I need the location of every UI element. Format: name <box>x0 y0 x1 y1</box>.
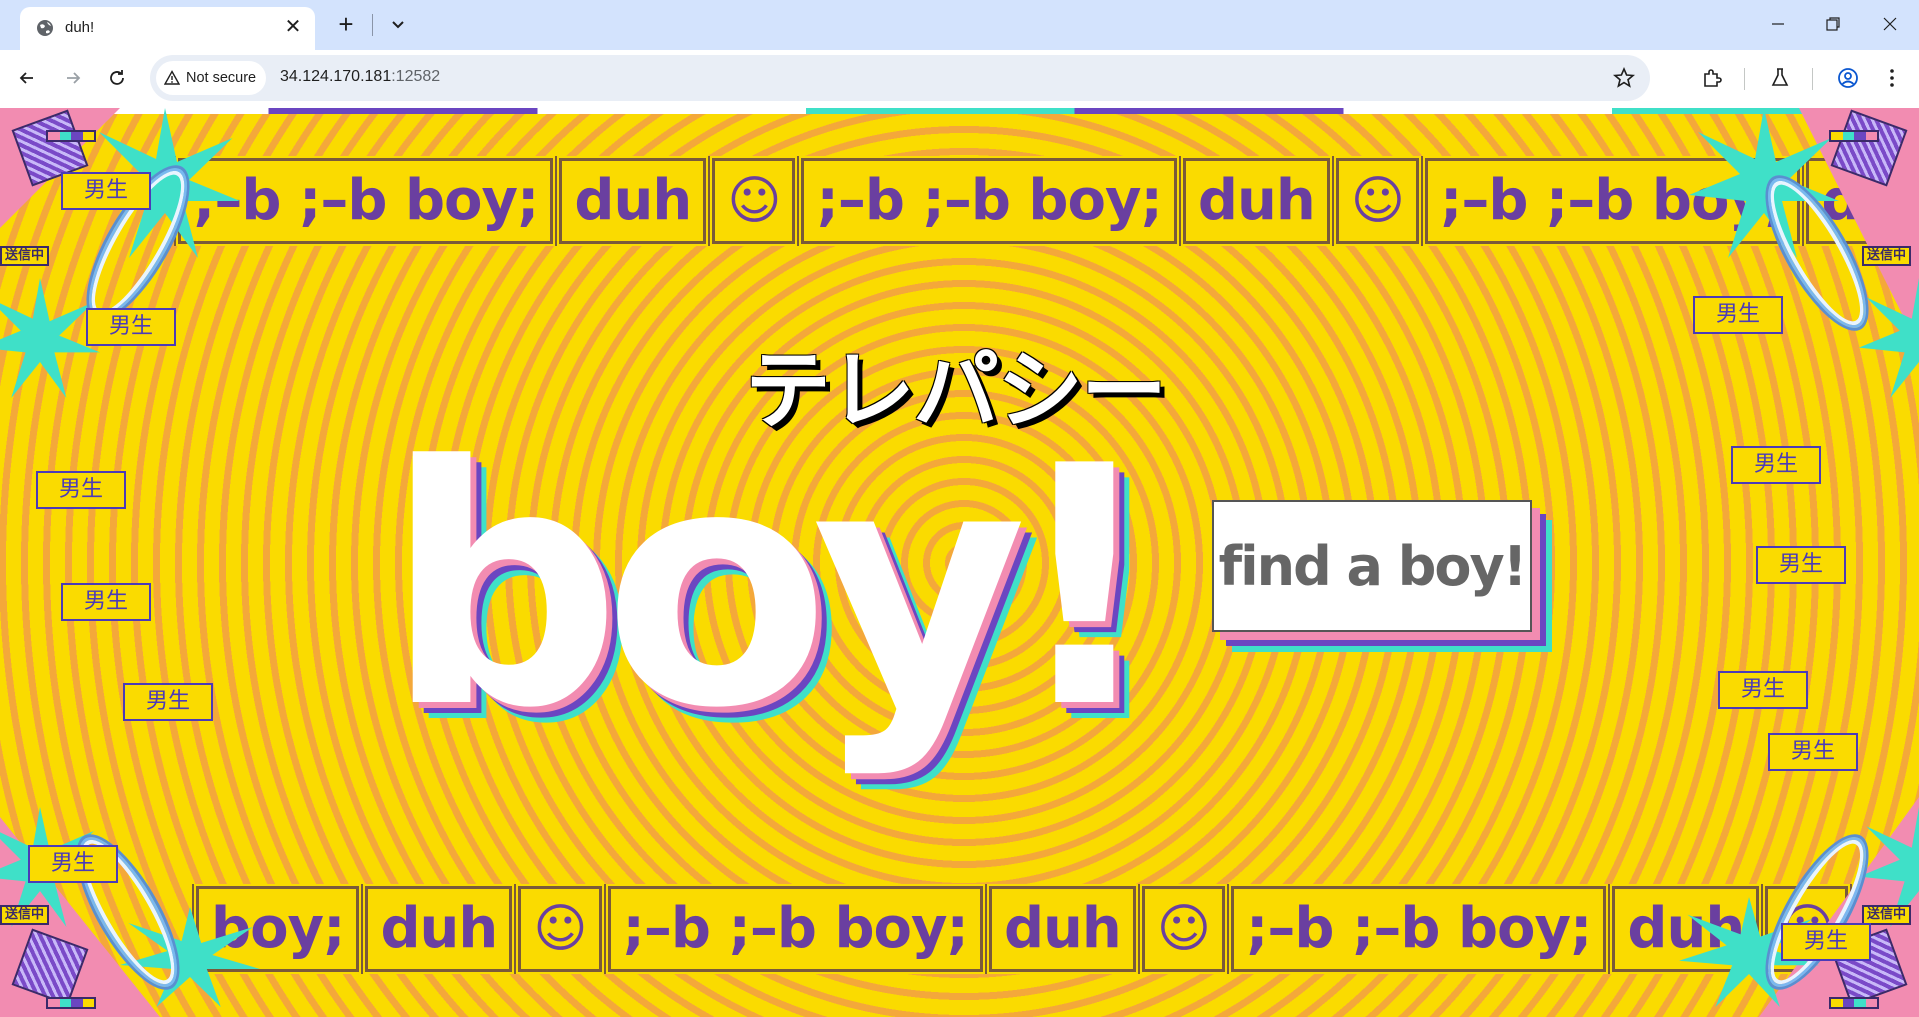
close-window-icon[interactable] <box>1862 0 1918 48</box>
forward-button[interactable] <box>56 61 90 95</box>
security-chip[interactable]: Not secure <box>156 61 267 95</box>
kanji-label: 男生 <box>28 845 118 883</box>
close-tab-icon[interactable]: ✕ <box>281 15 305 39</box>
kanji-label: 男生 <box>1781 923 1871 961</box>
chevron-down-icon[interactable] <box>386 12 410 36</box>
tab-title: duh! <box>65 19 95 36</box>
back-button[interactable] <box>10 61 44 95</box>
marquee-item: ☺ <box>710 156 798 246</box>
marquee-item: ☺ <box>1139 884 1227 974</box>
kanji-label: 男生 <box>1731 446 1821 484</box>
kanji-label: 男生 <box>36 471 126 509</box>
marquee-item: duh <box>557 156 709 246</box>
url-text: 34.124.170.181:12582 <box>280 68 440 86</box>
marquee-item: ;–b ;–b boy; <box>605 884 985 974</box>
kanji-label: 男生 <box>1768 733 1858 771</box>
marquee-item: ;–b ;–b boy; <box>799 156 1179 246</box>
reload-button[interactable] <box>100 61 134 95</box>
kanji-label: 男生 <box>1718 671 1808 709</box>
divider <box>1812 68 1813 90</box>
marquee-item: duh <box>986 884 1138 974</box>
marquee-top: ;–b ;–b boy; duh ☺ ;–b ;–b boy; duh ☺ ;–b ;–b … <box>0 156 1919 246</box>
sending-tag: 送信中 <box>1862 246 1912 266</box>
tab-strip: duh! ✕ + <box>0 0 1919 50</box>
main-heading: boy! <box>385 396 1160 780</box>
find-a-boy-button[interactable]: find a boy! <box>1212 500 1532 632</box>
bookmark-star-icon[interactable] <box>1612 66 1636 90</box>
labs-flask-icon[interactable] <box>1768 66 1792 90</box>
page-viewport: ;–b ;–b boy; duh ☺ ;–b ;–b boy; duh ☺ ;–b ;–b … <box>0 108 1919 1017</box>
minimize-icon[interactable] <box>1750 0 1806 48</box>
back-arrow-icon <box>19 72 33 84</box>
corner-decoration-top-right: 送信中 <box>1689 108 1919 398</box>
sending-tag: 送信中 <box>0 905 50 925</box>
divider <box>1744 68 1745 90</box>
divider <box>372 14 373 36</box>
kanji-label: 男生 <box>123 683 213 721</box>
marquee-bottom: boy;duh☺;–b ;–b boy;duh☺;–b ;–b boy;duh☺ <box>0 884 1919 974</box>
kebab-menu-icon[interactable] <box>1880 66 1904 90</box>
corner-decoration-bottom-left: 送信中 <box>0 807 260 1017</box>
kanji-label: 男生 <box>61 172 151 210</box>
url-host: 34.124.170.181 <box>280 68 392 85</box>
address-bar[interactable]: Not secure 34.124.170.181:12582 <box>150 55 1650 101</box>
profile-avatar-icon[interactable] <box>1836 66 1860 90</box>
browser-tab[interactable]: duh! ✕ <box>20 7 315 50</box>
marquee-item: ☺ <box>516 884 604 974</box>
kanji-label: 男生 <box>86 308 176 346</box>
kanji-label: 男生 <box>61 583 151 621</box>
restore-icon[interactable] <box>1805 0 1861 48</box>
sending-tag: 送信中 <box>0 246 50 266</box>
security-label: Not secure <box>186 70 257 86</box>
corner-decoration-bottom-right: 送信中 <box>1679 797 1919 1017</box>
kanji-label: 男生 <box>1693 296 1783 334</box>
extensions-icon[interactable] <box>1700 66 1724 90</box>
url-port: :12582 <box>391 68 441 85</box>
marquee-item: duh <box>363 884 515 974</box>
marquee-item: ;–b ;–b boy; <box>1228 884 1609 974</box>
corner-decoration-top-left: 送信中 <box>0 108 240 398</box>
sending-tag: 送信中 <box>1862 905 1912 925</box>
warning-icon <box>164 70 180 85</box>
marquee-item: ☺ <box>1333 156 1421 246</box>
new-tab-icon[interactable]: + <box>333 11 359 38</box>
color-strip <box>0 108 1919 114</box>
kanji-label: 男生 <box>1756 546 1846 584</box>
marquee-item: duh <box>1180 156 1332 246</box>
globe-icon <box>37 20 53 36</box>
reload-icon <box>110 70 124 85</box>
forward-arrow-icon <box>67 72 81 84</box>
browser-toolbar: Not secure 34.124.170.181:12582 <box>0 50 1919 108</box>
